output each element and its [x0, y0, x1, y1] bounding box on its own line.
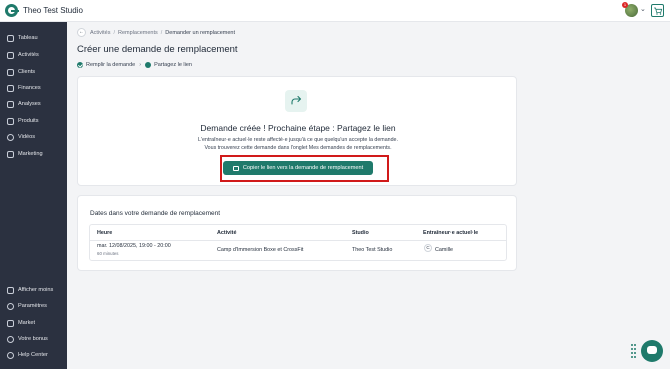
sidebar-item-activites[interactable]: Activités — [7, 50, 39, 60]
sidebar-item-label: Market — [18, 320, 36, 326]
notification-badge: 1 — [622, 2, 628, 8]
column-header-activite: Activité — [217, 230, 237, 236]
sidebar-item-parametres[interactable]: Paramètres — [7, 301, 47, 311]
sidebar-item-afficher-moins[interactable]: Afficher moins — [7, 285, 53, 295]
breadcrumb: Activités / Remplacements / Demander un remp… — [90, 30, 235, 36]
megaphone-icon — [7, 150, 14, 158]
app-logo-icon[interactable] — [5, 4, 19, 17]
sidebar-item-label: Analyses — [18, 101, 41, 107]
step-partagez: Partagez le lien — [154, 62, 192, 68]
play-icon — [7, 133, 14, 141]
check-icon — [77, 62, 83, 68]
grid-dots-icon[interactable] — [631, 344, 637, 358]
home-icon — [7, 34, 14, 42]
share-icon — [285, 90, 307, 112]
breadcrumb-separator: / — [160, 30, 163, 36]
confirmation-heading: Demande créée ! Prochaine étape : Partag… — [200, 123, 396, 133]
sidebar-item-label: Clients — [18, 69, 36, 75]
dates-table: Heure Activité Studio Entraîneur·e actue… — [89, 224, 507, 261]
column-header-studio: Studio — [352, 230, 369, 236]
sidebar-item-label: Marketing — [18, 151, 43, 157]
dates-title: Dates dans votre demande de remplacement — [90, 210, 221, 217]
top-bar: Theo Test Studio 1 ⌄ — [0, 0, 670, 22]
confirmation-card: Demande créée ! Prochaine étape : Partag… — [77, 76, 517, 186]
column-header-heure: Heure — [97, 230, 113, 236]
copy-link-label: Copier le lien vers la demande de rempla… — [242, 165, 364, 171]
collapse-icon — [7, 286, 14, 294]
row-duration: 60 minutes — [97, 251, 119, 256]
confirmation-text-2: Vous trouverez cette demande dans l'ongl… — [204, 145, 392, 151]
row-coach: Camille — [435, 247, 453, 253]
step-separator: › — [139, 62, 142, 68]
tag-icon — [7, 117, 14, 125]
sidebar-item-label: Finances — [18, 85, 41, 91]
step-remplir: Remplir la demande — [86, 62, 136, 68]
sidebar-item-analyses[interactable]: Analyses — [7, 99, 41, 109]
chevron-down-icon[interactable]: ⌄ — [640, 5, 646, 13]
sidebar: Tableau Activités Clients Finances Analy… — [0, 22, 67, 369]
finance-icon — [7, 84, 14, 92]
sidebar-item-label: Tableau — [18, 35, 38, 41]
sidebar-item-tableau[interactable]: Tableau — [7, 33, 38, 43]
heart-icon — [7, 335, 14, 343]
breadcrumb-activites[interactable]: Activités — [90, 30, 110, 36]
copy-link-button[interactable]: Copier le lien vers la demande de rempla… — [223, 161, 373, 175]
sidebar-item-market[interactable]: Market — [7, 318, 35, 328]
column-header-entraineur: Entraîneur·e actuel·le — [423, 230, 479, 236]
sidebar-item-label: Votre bonus — [18, 336, 48, 342]
row-studio: Theo Test Studio — [352, 247, 393, 253]
coach-avatar: C — [424, 244, 432, 252]
progress-steps: Remplir la demande › Partagez le lien — [77, 62, 192, 68]
chart-icon — [7, 100, 14, 108]
row-time: mar. 12/08/2025, 19:00 - 20:00 — [97, 243, 171, 249]
sidebar-item-label: Help Center — [18, 352, 48, 358]
back-button[interactable]: ← — [77, 28, 86, 37]
confirmation-text-1: L'entraîneur·e actuel·le reste affecté·e… — [198, 137, 398, 143]
table-divider — [90, 240, 506, 241]
sidebar-item-clients[interactable]: Clients — [7, 67, 35, 77]
sidebar-item-help-center[interactable]: Help Center — [7, 350, 48, 360]
sidebar-item-marketing[interactable]: Marketing — [7, 149, 43, 159]
sidebar-item-finances[interactable]: Finances — [7, 83, 41, 93]
breadcrumb-remplacements[interactable]: Remplacements — [118, 30, 158, 36]
activity-icon — [7, 51, 14, 59]
page-title: Créer une demande de remplacement — [77, 44, 238, 55]
sidebar-item-label: Vidéos — [18, 134, 36, 140]
chat-icon[interactable] — [641, 340, 663, 362]
current-step-icon — [145, 62, 152, 68]
user-icon — [7, 68, 14, 76]
sidebar-item-videos[interactable]: Vidéos — [7, 132, 35, 142]
sidebar-item-produits[interactable]: Produits — [7, 116, 39, 126]
app-name: Theo Test Studio — [23, 6, 83, 15]
breadcrumb-current: Demander un remplacement — [165, 30, 235, 36]
breadcrumb-separator: / — [113, 30, 116, 36]
row-activity: Camp d'Immersion Boxe et CrossFit — [217, 247, 304, 253]
sidebar-item-label: Afficher moins — [18, 287, 54, 293]
dates-card: Dates dans votre demande de remplacement… — [77, 195, 517, 271]
sidebar-item-label: Paramètres — [18, 303, 47, 309]
sidebar-item-votre-bonus[interactable]: Votre bonus — [7, 334, 48, 344]
help-icon — [7, 351, 14, 359]
market-icon — [7, 319, 14, 327]
cart-icon[interactable] — [651, 4, 664, 17]
sidebar-item-label: Produits — [18, 118, 39, 124]
copy-icon — [232, 165, 239, 171]
gear-icon — [7, 302, 14, 310]
sidebar-item-label: Activités — [18, 52, 39, 58]
